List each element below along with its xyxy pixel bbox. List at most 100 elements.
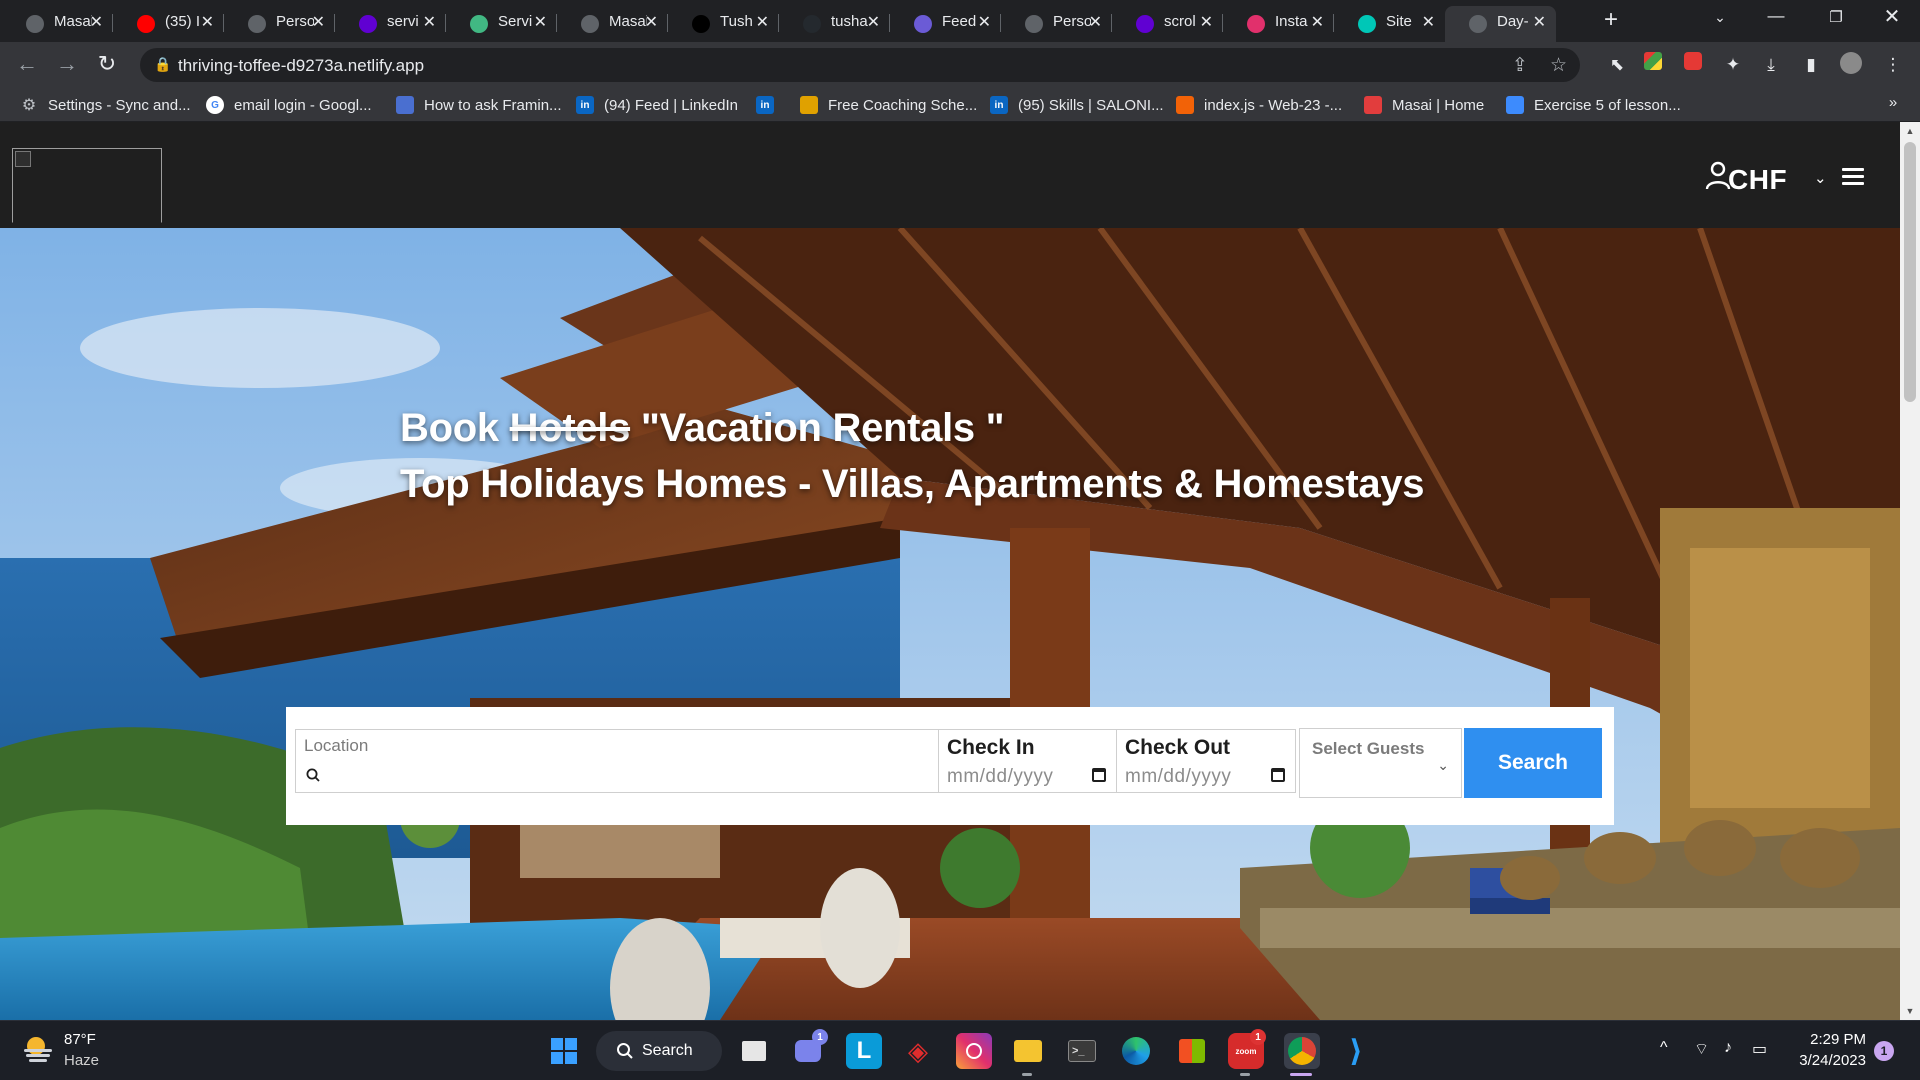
- microsoft-store-icon[interactable]: [1174, 1033, 1210, 1069]
- download-icon[interactable]: ⤓: [1758, 52, 1784, 78]
- file-explorer-icon[interactable]: [1010, 1033, 1046, 1069]
- browser-tab[interactable]: (35) I ✕: [113, 6, 224, 38]
- bookmark-item[interactable]: Masai | Home: [1364, 94, 1484, 116]
- browser-tab[interactable]: tusha ✕: [779, 6, 890, 38]
- close-tab-icon[interactable]: ✕: [756, 12, 769, 32]
- restore-button[interactable]: ❐: [1806, 8, 1866, 26]
- checkin-field[interactable]: Check In mm/dd/yyyy: [938, 729, 1117, 793]
- notification-badge[interactable]: 1: [1874, 1041, 1894, 1061]
- browser-tab[interactable]: servi ✕: [335, 6, 446, 38]
- browser-tab[interactable]: Masai ✕: [557, 6, 668, 38]
- chevron-up-icon[interactable]: ^: [1660, 1039, 1668, 1057]
- reload-button[interactable]: ↻: [94, 52, 120, 78]
- browser-tab[interactable]: Servi ✕: [446, 6, 557, 38]
- more-bookmarks-icon[interactable]: »: [1880, 90, 1906, 116]
- wifi-icon[interactable]: ⌔: [1694, 1039, 1709, 1059]
- bookmark-item[interactable]: How to ask Framin...: [396, 94, 562, 116]
- teams-chat-icon[interactable]: 1: [790, 1029, 828, 1069]
- side-panel-icon[interactable]: ▮: [1798, 52, 1824, 78]
- search-button[interactable]: Search: [1464, 728, 1602, 798]
- forward-button[interactable]: →: [54, 52, 80, 78]
- extensions-puzzle-icon[interactable]: ✦: [1720, 52, 1746, 78]
- calendar-icon[interactable]: [1271, 768, 1285, 782]
- close-tab-icon[interactable]: ✕: [423, 12, 436, 32]
- new-tab-button[interactable]: +: [1598, 8, 1624, 34]
- scroll-up-arrow-icon[interactable]: ▲: [1900, 126, 1920, 136]
- chevron-down-icon[interactable]: ⌄: [1814, 169, 1827, 187]
- checkin-date-input[interactable]: mm/dd/yyyy: [947, 766, 1053, 788]
- bookmark-item[interactable]: Gemail login - Googl...: [206, 94, 372, 116]
- volume-icon[interactable]: ♪: [1724, 1039, 1732, 1057]
- extension-red-icon[interactable]: [1680, 52, 1706, 78]
- share-icon[interactable]: ⇪: [1512, 54, 1528, 77]
- instagram-icon[interactable]: [956, 1033, 992, 1069]
- lock-icon[interactable]: 🔒: [154, 56, 171, 73]
- close-tab-icon[interactable]: ✕: [1311, 12, 1324, 32]
- bookmark-item[interactable]: in (95) Skills | SALONI...: [990, 94, 1164, 116]
- close-window-button[interactable]: ✕: [1862, 4, 1920, 29]
- chrome-menu-icon[interactable]: ⋮: [1880, 52, 1906, 78]
- page-scrollbar[interactable]: ▲ ▼: [1900, 122, 1920, 1020]
- close-tab-icon[interactable]: ✕: [867, 12, 880, 32]
- scroll-down-arrow-icon[interactable]: ▼: [1900, 1006, 1920, 1016]
- mcafee-shield-icon[interactable]: ◈: [900, 1033, 936, 1069]
- profile-avatar[interactable]: [1838, 52, 1864, 78]
- guests-select[interactable]: Select Guests ⌄: [1299, 728, 1462, 798]
- weather-temperature[interactable]: 87°F: [64, 1031, 96, 1048]
- close-tab-icon[interactable]: ✕: [1089, 12, 1102, 32]
- zoom-app-icon[interactable]: zoom 1: [1228, 1029, 1266, 1069]
- clock-date[interactable]: 3/24/2023: [1780, 1052, 1866, 1069]
- checkout-field[interactable]: Check Out mm/dd/yyyy: [1116, 729, 1296, 793]
- battery-icon[interactable]: ▭: [1752, 1039, 1767, 1059]
- bookmark-item[interactable]: Exercise 5 of lesson...: [1506, 94, 1681, 116]
- chrome-icon[interactable]: [1284, 1033, 1320, 1069]
- bookmark-item[interactable]: index.js - Web-23 -...: [1176, 94, 1342, 116]
- tab-search-chevron-icon[interactable]: ⌄: [1690, 9, 1750, 26]
- close-tab-icon[interactable]: ✕: [645, 12, 658, 32]
- bookmark-item[interactable]: ⚙ Settings - Sync and...: [20, 94, 191, 116]
- browser-tab[interactable]: Insta ✕: [1223, 6, 1334, 38]
- close-tab-icon[interactable]: ✕: [1200, 12, 1213, 32]
- vscode-icon[interactable]: ⟩: [1338, 1033, 1374, 1069]
- browser-tab[interactable]: Perso ✕: [1001, 6, 1112, 38]
- close-tab-icon[interactable]: ✕: [978, 12, 991, 32]
- location-field[interactable]: Location: [295, 729, 939, 793]
- calendar-icon[interactable]: [1092, 768, 1106, 782]
- weather-haze-icon[interactable]: [22, 1035, 54, 1063]
- lightshot-l-icon[interactable]: L: [846, 1033, 882, 1069]
- close-tab-icon[interactable]: ✕: [1422, 12, 1435, 32]
- close-tab-icon[interactable]: ✕: [90, 12, 103, 32]
- extension-mouse-icon[interactable]: ⬉: [1604, 52, 1630, 78]
- browser-tab[interactable]: Site ✕: [1334, 6, 1445, 38]
- scrollbar-thumb[interactable]: [1904, 142, 1916, 402]
- bookmark-star-icon[interactable]: ☆: [1550, 54, 1567, 77]
- address-bar[interactable]: 🔒 thriving-toffee-d9273a.netlify.app ⇪ ☆: [140, 48, 1580, 82]
- bookmark-item[interactable]: in: [756, 94, 784, 116]
- close-tab-icon[interactable]: ✕: [312, 12, 325, 32]
- browser-tab[interactable]: scrol ✕: [1112, 6, 1223, 38]
- bookmark-item[interactable]: Free Coaching Sche...: [800, 94, 977, 116]
- close-tab-icon[interactable]: ✕: [534, 12, 547, 32]
- clock-time[interactable]: 2:29 PM: [1796, 1031, 1866, 1048]
- close-tab-icon[interactable]: ✕: [1533, 12, 1546, 32]
- back-button[interactable]: ←: [14, 52, 40, 78]
- browser-tab[interactable]: Feed ✕: [890, 6, 1001, 38]
- browser-tab[interactable]: Tush ✕: [668, 6, 779, 38]
- terminal-icon[interactable]: >_: [1064, 1033, 1100, 1069]
- bookmark-item[interactable]: in (94) Feed | LinkedIn: [576, 94, 738, 116]
- windows-start-icon[interactable]: [546, 1033, 582, 1069]
- task-view-icon[interactable]: [736, 1033, 772, 1069]
- site-logo-broken-image[interactable]: [12, 148, 162, 223]
- extension-colorful-icon[interactable]: [1640, 52, 1666, 78]
- checkout-date-input[interactable]: mm/dd/yyyy: [1125, 766, 1231, 788]
- url-text[interactable]: thriving-toffee-d9273a.netlify.app: [178, 56, 424, 76]
- browser-tab[interactable]: Masai ✕: [2, 6, 113, 38]
- browser-tab[interactable]: Perso ✕: [224, 6, 335, 38]
- hamburger-menu-icon[interactable]: [1842, 168, 1864, 186]
- taskbar-search[interactable]: Search: [596, 1031, 722, 1071]
- weather-condition[interactable]: Haze: [64, 1052, 99, 1069]
- browser-tab[interactable]: Day- ✕: [1445, 6, 1556, 42]
- close-tab-icon[interactable]: ✕: [201, 12, 214, 32]
- edge-browser-icon[interactable]: [1118, 1033, 1154, 1069]
- currency-selector[interactable]: CHF: [1728, 164, 1787, 196]
